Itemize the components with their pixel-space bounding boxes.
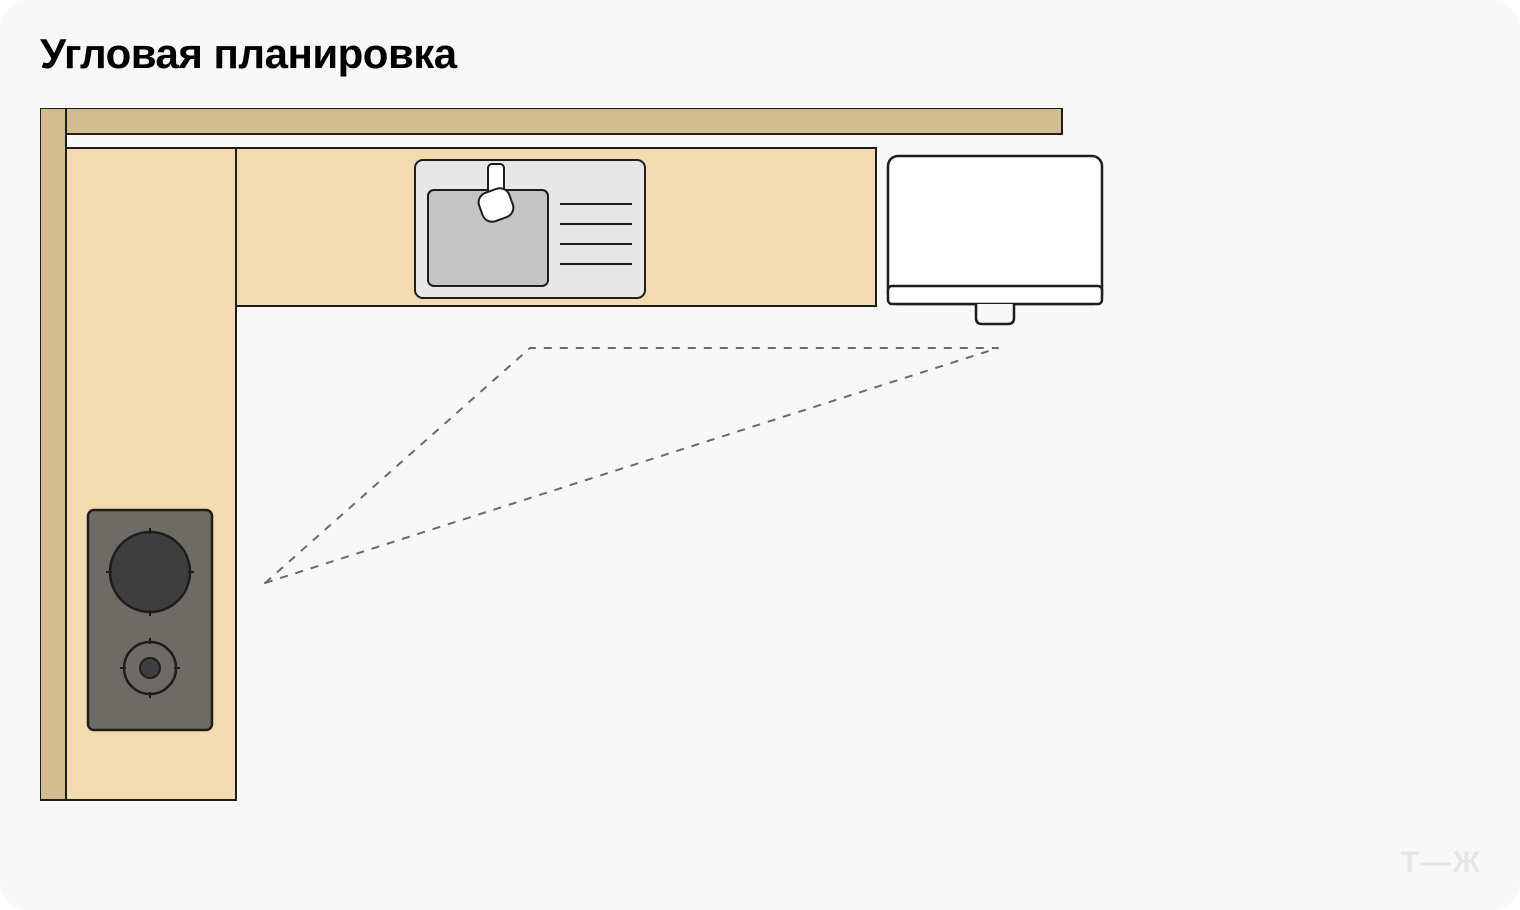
sink-icon <box>415 160 645 298</box>
kitchen-layout-diagram <box>40 108 1130 818</box>
hob-icon <box>88 510 212 730</box>
page-title: Угловая планировка <box>40 30 457 78</box>
fridge-icon <box>888 156 1102 324</box>
counter-seam-cover <box>68 150 234 304</box>
diagram-card: Угловая планировка <box>0 0 1520 910</box>
work-triangle <box>265 348 998 583</box>
watermark: Т—Ж <box>1401 846 1482 880</box>
back-wall <box>40 108 1062 134</box>
side-wall <box>40 108 66 800</box>
